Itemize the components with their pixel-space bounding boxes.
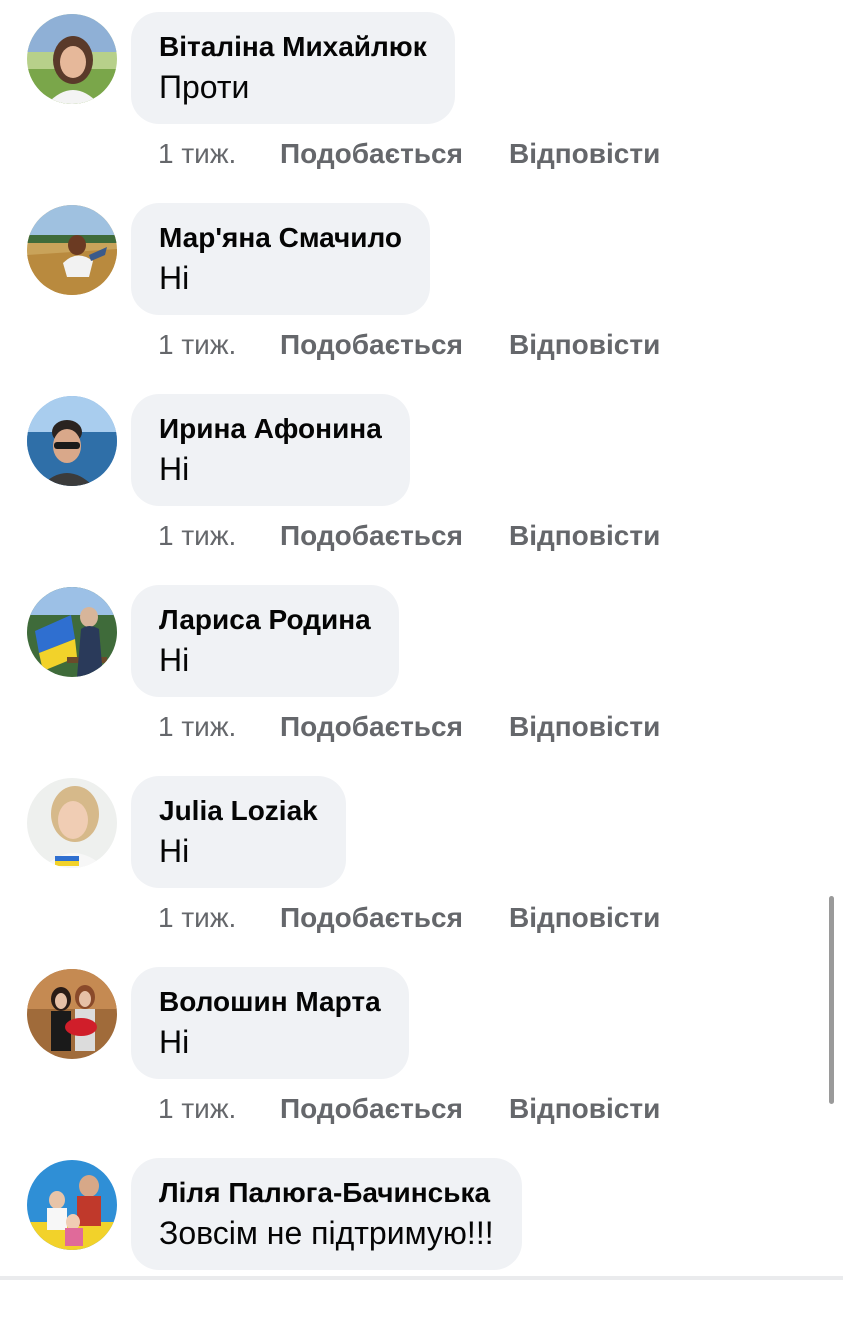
comment-timestamp[interactable]: 1 тиж.	[158, 902, 280, 934]
avatar[interactable]	[27, 205, 117, 295]
comment-text: Ні	[159, 642, 190, 678]
avatar[interactable]	[27, 1160, 117, 1250]
comment-author[interactable]: Лариса Родина	[159, 604, 371, 636]
comment-timestamp[interactable]: 1 тиж.	[158, 138, 280, 170]
comment-bubble: Ліля Палюга-Бачинська Зовсім не підтриму…	[131, 1158, 522, 1270]
comment-actions: 1 тиж. Подобається Відповісти	[158, 520, 660, 552]
scrollbar[interactable]	[829, 896, 834, 1104]
avatar[interactable]	[27, 778, 117, 868]
comment-bubble: Ирина Афонина Ні	[131, 394, 410, 506]
comment-actions: 1 тиж. Подобається Відповісти	[158, 902, 660, 934]
comment-actions: 1 тиж. Подобається Відповісти	[158, 711, 660, 743]
comment-bubble: Волошин Марта Ні	[131, 967, 409, 1079]
comment-author[interactable]: Ирина Афонина	[159, 413, 382, 445]
comment-timestamp[interactable]: 1 тиж.	[158, 1093, 280, 1125]
like-button[interactable]: Подобається	[280, 902, 509, 934]
comment-item: Мар'яна Смачило Ні 1 тиж. Подобається Відп…	[0, 191, 843, 382]
reply-button[interactable]: Відповісти	[509, 520, 660, 552]
comment-timestamp[interactable]: 1 тиж.	[158, 520, 280, 552]
like-button[interactable]: Подобається	[280, 1093, 509, 1125]
comment-author[interactable]: Ліля Палюга-Бачинська	[159, 1177, 494, 1209]
comment-bubble: Мар'яна Смачило Ні	[131, 203, 431, 315]
comment-text: Ні	[159, 260, 190, 296]
comment-author[interactable]: Мар'яна Смачило	[159, 222, 402, 254]
comment-timestamp[interactable]: 1 тиж.	[158, 329, 280, 361]
comment-actions: 1 тиж. Подобається Відповісти	[158, 138, 660, 170]
comment-text: Ні	[159, 833, 190, 869]
like-button[interactable]: Подобається	[280, 711, 509, 743]
comment-item: Волошин Марта Ні 1 тиж. Подобається Відпов…	[0, 955, 843, 1146]
comment-bubble: Julia Loziak Ні	[131, 776, 346, 888]
comment-author[interactable]: Волошин Марта	[159, 986, 381, 1018]
reply-button[interactable]: Відповісти	[509, 1093, 660, 1125]
comment-item: Віталіна Михайлюк Проти 1 тиж. Подобаєтьс…	[0, 0, 843, 191]
comment-text: Ні	[159, 451, 190, 487]
comment-item: Julia Loziak Ні 1 тиж. Подобається Відпові…	[0, 764, 843, 955]
avatar[interactable]	[27, 587, 117, 677]
avatar[interactable]	[27, 969, 117, 1059]
avatar[interactable]	[27, 396, 117, 486]
comment-timestamp[interactable]: 1 тиж.	[158, 711, 280, 743]
like-button[interactable]: Подобається	[280, 520, 509, 552]
comment-item: Ирина Афонина Ні 1 тиж. Подобається Відпов…	[0, 382, 843, 573]
like-button[interactable]: Подобається	[280, 138, 509, 170]
comment-text: Зовсім не підтримую!!!	[159, 1215, 494, 1251]
reply-button[interactable]: Відповісти	[509, 711, 660, 743]
comment-text: Проти	[159, 69, 250, 105]
comment-actions: 1 тиж. Подобається Відповісти	[158, 329, 660, 361]
reply-button[interactable]: Відповісти	[509, 902, 660, 934]
divider	[0, 1276, 843, 1280]
comment-author[interactable]: Julia Loziak	[159, 795, 318, 827]
comment-item: Ліля Палюга-Бачинська Зовсім не підтриму…	[0, 1146, 843, 1337]
comment-author[interactable]: Віталіна Михайлюк	[159, 31, 427, 63]
comment-actions: 1 тиж. Подобається Відповісти	[158, 1093, 660, 1125]
reply-button[interactable]: Відповісти	[509, 138, 660, 170]
like-button[interactable]: Подобається	[280, 329, 509, 361]
comment-bubble: Лариса Родина Ні	[131, 585, 399, 697]
comment-bubble: Віталіна Михайлюк Проти	[131, 12, 455, 124]
avatar[interactable]	[27, 14, 117, 104]
comment-text: Ні	[159, 1024, 190, 1060]
reply-button[interactable]: Відповісти	[509, 329, 660, 361]
comment-item: Лариса Родина Ні 1 тиж. Подобається Відпов…	[0, 573, 843, 764]
